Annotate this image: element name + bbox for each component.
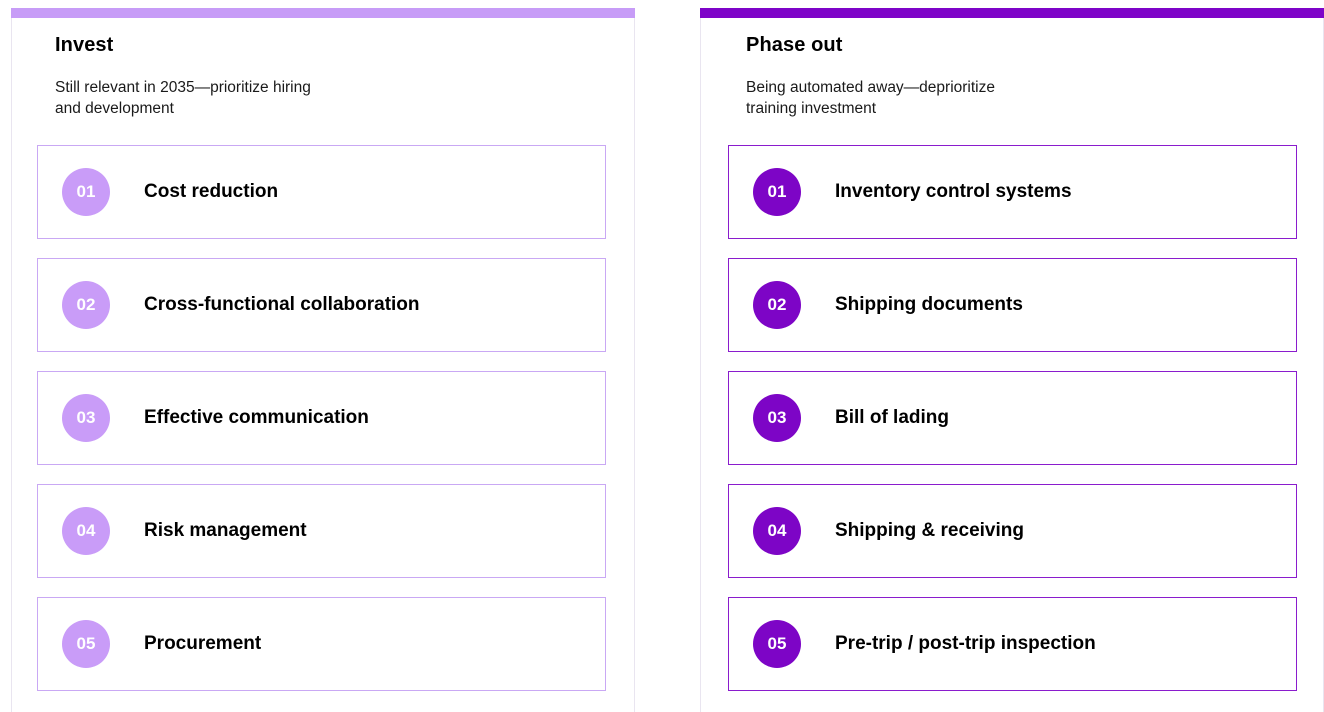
- phase-out-accent-bar: [700, 8, 1324, 18]
- invest-item-label: Cost reduction: [144, 181, 279, 202]
- phase-out-item-label: Bill of lading: [835, 407, 949, 428]
- phase-out-item-4: 04 Shipping & receiving: [728, 484, 1297, 578]
- invest-subtitle-line-2: and development: [55, 100, 174, 117]
- invest-subtitle: Still relevant in 2035—prioritize hiring…: [55, 77, 435, 119]
- invest-item-number-badge: 05: [62, 620, 110, 668]
- invest-item-label: Risk management: [144, 520, 307, 541]
- phase-out-item-label: Shipping & receiving: [835, 520, 1024, 541]
- phase-out-item-number-badge: 01: [753, 168, 801, 216]
- phase-out-item-3: 03 Bill of lading: [728, 371, 1297, 465]
- invest-list: 01 Cost reduction 02 Cross-functional co…: [37, 145, 606, 710]
- phase-out-item-label: Shipping documents: [835, 294, 1023, 315]
- phase-out-item-label: Pre-trip / post-trip inspection: [835, 633, 1096, 654]
- phase-out-title: Phase out: [746, 34, 843, 56]
- phase-out-subtitle-line-1: Being automated away—deprioritize: [746, 79, 995, 96]
- invest-item-number-badge: 01: [62, 168, 110, 216]
- phase-out-list: 01 Inventory control systems 02 Shipping…: [728, 145, 1297, 710]
- phase-out-item-number-badge: 04: [753, 507, 801, 555]
- invest-item-label: Procurement: [144, 633, 262, 654]
- invest-panel: Invest Still relevant in 2035—prioritize…: [11, 8, 635, 712]
- invest-item-5: 05 Procurement: [37, 597, 606, 691]
- invest-item-3: 03 Effective communication: [37, 371, 606, 465]
- invest-title: Invest: [55, 34, 114, 56]
- phase-out-item-2: 02 Shipping documents: [728, 258, 1297, 352]
- invest-accent-bar: [11, 8, 635, 18]
- skills-comparison: Invest Still relevant in 2035—prioritize…: [0, 0, 1324, 712]
- invest-item-2: 02 Cross-functional collaboration: [37, 258, 606, 352]
- invest-item-label: Cross-functional collaboration: [144, 294, 420, 315]
- invest-item-1: 01 Cost reduction: [37, 145, 606, 239]
- phase-out-subtitle-line-2: training investment: [746, 100, 877, 117]
- invest-subtitle-line-1: Still relevant in 2035—prioritize hiring: [55, 79, 311, 96]
- phase-out-subtitle: Being automated away—deprioritize traini…: [746, 77, 1126, 119]
- invest-item-number-badge: 02: [62, 281, 110, 329]
- invest-item-4: 04 Risk management: [37, 484, 606, 578]
- phase-out-item-label: Inventory control systems: [835, 181, 1072, 202]
- phase-out-panel: Phase out Being automated away—depriorit…: [700, 8, 1324, 712]
- phase-out-item-number-badge: 03: [753, 394, 801, 442]
- phase-out-item-5: 05 Pre-trip / post-trip inspection: [728, 597, 1297, 691]
- phase-out-item-number-badge: 02: [753, 281, 801, 329]
- invest-item-label: Effective communication: [144, 407, 369, 428]
- phase-out-item-1: 01 Inventory control systems: [728, 145, 1297, 239]
- invest-item-number-badge: 03: [62, 394, 110, 442]
- phase-out-item-number-badge: 05: [753, 620, 801, 668]
- invest-item-number-badge: 04: [62, 507, 110, 555]
